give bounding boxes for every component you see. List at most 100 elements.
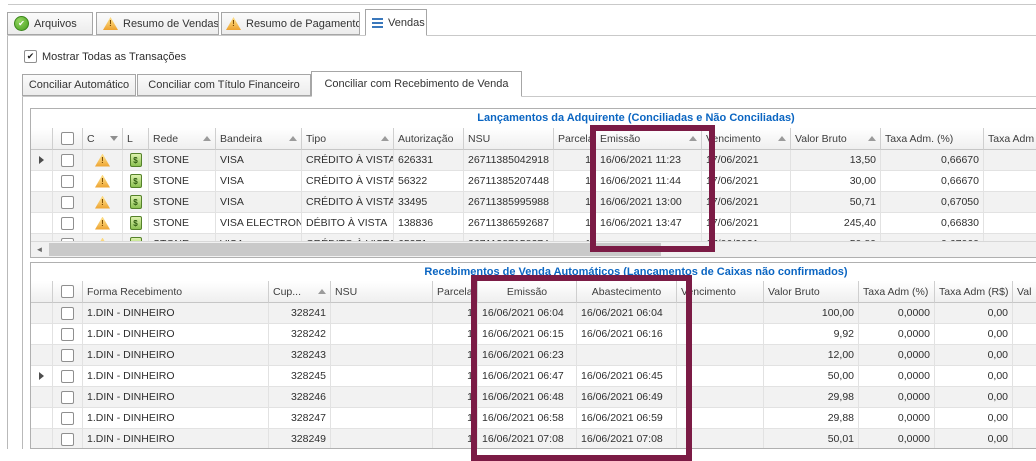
table-row[interactable]: 1.DIN - DINHEIRO328247116/06/2021 06:581… bbox=[31, 408, 1036, 429]
cell-taxa_rs: 0,00 bbox=[935, 345, 1013, 366]
row-checkbox[interactable] bbox=[61, 175, 74, 188]
horizontal-scrollbar[interactable]: ◄ bbox=[31, 241, 1036, 257]
col-header-emiss-o[interactable]: Emissão bbox=[596, 128, 702, 150]
header-indicator-cell bbox=[31, 128, 53, 150]
show-all-checkbox[interactable]: ✔ bbox=[24, 50, 37, 63]
col-header-label: Valor Bruto bbox=[768, 286, 820, 298]
row-checkbox[interactable] bbox=[61, 391, 74, 404]
row-checkbox[interactable] bbox=[61, 349, 74, 362]
tab-label: Vendas bbox=[388, 17, 425, 29]
cell-emissao: 16/06/2021 11:44 bbox=[596, 171, 702, 192]
col-header-taxa-adm[interactable]: Taxa Adm bbox=[984, 128, 1036, 150]
row-checkbox[interactable] bbox=[61, 196, 74, 209]
subtab-conciliar-titulo-financeiro[interactable]: Conciliar com Título Financeiro bbox=[137, 74, 311, 96]
filter-dropdown-icon[interactable] bbox=[110, 136, 118, 141]
subtabstrip-baseline bbox=[22, 96, 1036, 97]
col-header-val[interactable]: Val bbox=[1013, 281, 1036, 303]
table-row[interactable]: 1.DIN - DINHEIRO328243116/06/2021 06:231… bbox=[31, 345, 1036, 366]
col-header-taxa-adm[interactable]: Taxa Adm (%) bbox=[859, 281, 935, 303]
cell-taxa_adm bbox=[984, 171, 1036, 192]
cell-taxa_adm bbox=[984, 213, 1036, 234]
cell-valor_bruto: 13,50 bbox=[791, 150, 881, 171]
row-checkbox[interactable] bbox=[61, 307, 74, 320]
subtab-conciliar-recebimento-venda[interactable]: Conciliar com Recebimento de Venda bbox=[311, 71, 522, 97]
table-row[interactable]: 1.DIN - DINHEIRO328249116/06/2021 07:081… bbox=[31, 429, 1036, 449]
cell-parcela: 1 bbox=[554, 192, 596, 213]
col-header-tipo[interactable]: Tipo bbox=[302, 128, 394, 150]
cell-parcelas: 1 bbox=[433, 345, 478, 366]
row-checkbox[interactable] bbox=[61, 328, 74, 341]
row-checkbox[interactable] bbox=[61, 217, 74, 230]
cell-taxa_adm_pct: 0,66830 bbox=[881, 213, 984, 234]
cell-valor_bruto: 30,00 bbox=[791, 171, 881, 192]
cell-vencimento: 17/06/2021 bbox=[702, 192, 791, 213]
cell-val bbox=[1013, 324, 1036, 345]
row-checkbox[interactable] bbox=[61, 412, 74, 425]
subtab-label: Conciliar Automático bbox=[29, 79, 129, 91]
cell-cupom: 328242 bbox=[269, 324, 331, 345]
tab-resumo-de-vendas[interactable]: ! Resumo de Vendas bbox=[96, 12, 219, 35]
table-row[interactable]: !$STONEVISACRÉDITO À VISTA33495267113859… bbox=[31, 192, 1036, 213]
cell-parcelas: 1 bbox=[433, 366, 478, 387]
col-header-abastecimento[interactable]: Abastecimento bbox=[577, 281, 677, 303]
sort-asc-icon bbox=[318, 289, 326, 294]
cell-valor_bruto: 9,92 bbox=[764, 324, 859, 345]
table-row[interactable]: 1.DIN - DINHEIRO328245116/06/2021 06:471… bbox=[31, 366, 1036, 387]
col-header-label: Valor Bruto bbox=[795, 133, 847, 145]
launch-cell: $ bbox=[123, 150, 149, 171]
col-header-parcelas[interactable]: Parcelas bbox=[433, 281, 478, 303]
row-select-cell bbox=[53, 150, 83, 171]
table-row[interactable]: 1.DIN - DINHEIRO328242116/06/2021 06:151… bbox=[31, 324, 1036, 345]
acquirer-table: ◄ Lançamentos da Adquirente (Conciliadas… bbox=[30, 108, 1036, 258]
table-row[interactable]: 1.DIN - DINHEIRO328241116/06/2021 06:041… bbox=[31, 303, 1036, 324]
col-header-cup[interactable]: Cup... bbox=[269, 281, 331, 303]
col-header-emiss-o[interactable]: Emissão bbox=[478, 281, 577, 303]
col-header-nsu[interactable]: NSU bbox=[331, 281, 433, 303]
col-header-valor-bruto[interactable]: Valor Bruto bbox=[764, 281, 859, 303]
col-header-taxa-adm-r[interactable]: Taxa Adm (R$) bbox=[935, 281, 1013, 303]
cell-autorizacao: 626331 bbox=[394, 150, 464, 171]
cell-taxa_pct: 0,0000 bbox=[859, 387, 935, 408]
tab-vendas[interactable]: Vendas bbox=[365, 9, 427, 36]
col-header-vencimento[interactable]: Vencimento bbox=[677, 281, 764, 303]
cell-parcela: 1 bbox=[554, 213, 596, 234]
row-checkbox[interactable] bbox=[61, 433, 74, 446]
show-all-transactions: ✔ Mostrar Todas as Transações bbox=[24, 50, 186, 63]
cell-taxa_rs: 0,00 bbox=[935, 387, 1013, 408]
select-all-checkbox[interactable] bbox=[61, 285, 74, 298]
subtab-conciliar-automatico[interactable]: Conciliar Automático bbox=[22, 74, 136, 96]
cell-forma: 1.DIN - DINHEIRO bbox=[83, 429, 269, 449]
col-header-vencimento[interactable]: Vencimento bbox=[702, 128, 791, 150]
col-header-l[interactable]: L bbox=[123, 128, 149, 150]
launch-cell: $ bbox=[123, 171, 149, 192]
tab-resumo-de-pagamentos[interactable]: ! Resumo de Pagamentos bbox=[221, 12, 360, 35]
col-header-autoriza-o[interactable]: Autorização bbox=[394, 128, 464, 150]
row-checkbox[interactable] bbox=[61, 154, 74, 167]
cell-valor_bruto: 29,98 bbox=[764, 387, 859, 408]
col-header-nsu[interactable]: NSU bbox=[464, 128, 554, 150]
scroll-left-button[interactable]: ◄ bbox=[32, 243, 47, 256]
col-header-parcela[interactable]: Parcela bbox=[554, 128, 596, 150]
cell-taxa_adm_pct: 0,66670 bbox=[881, 150, 984, 171]
list-icon bbox=[372, 18, 383, 28]
row-indicator-cell bbox=[31, 345, 53, 366]
col-header-bandeira[interactable]: Bandeira bbox=[216, 128, 302, 150]
cell-forma: 1.DIN - DINHEIRO bbox=[83, 345, 269, 366]
cell-nsu: 26711385207448 bbox=[464, 171, 554, 192]
table-row[interactable]: !$STONEVISACRÉDITO À VISTA62633126711385… bbox=[31, 150, 1036, 171]
table-row[interactable]: !$STONEVISACRÉDITO À VISTA56322267113852… bbox=[31, 171, 1036, 192]
row-indicator-cell bbox=[31, 429, 53, 449]
tab-arquivos[interactable]: ✔ Arquivos bbox=[7, 12, 93, 35]
col-header-valor-bruto[interactable]: Valor Bruto bbox=[791, 128, 881, 150]
select-all-checkbox[interactable] bbox=[61, 132, 74, 145]
col-header-rede[interactable]: Rede bbox=[149, 128, 216, 150]
col-header-c[interactable]: C bbox=[83, 128, 123, 150]
warning-icon: ! bbox=[95, 217, 110, 230]
table-row[interactable]: !$STONEVISA ELECTRONDÉBITO À VISTA138836… bbox=[31, 213, 1036, 234]
cell-parcelas: 1 bbox=[433, 303, 478, 324]
scrollbar-thumb[interactable] bbox=[49, 243, 661, 256]
col-header-taxa-adm[interactable]: Taxa Adm. (%) bbox=[881, 128, 984, 150]
table-row[interactable]: 1.DIN - DINHEIRO328246116/06/2021 06:481… bbox=[31, 387, 1036, 408]
col-header-forma-recebimento[interactable]: Forma Recebimento bbox=[83, 281, 269, 303]
row-checkbox[interactable] bbox=[61, 370, 74, 383]
